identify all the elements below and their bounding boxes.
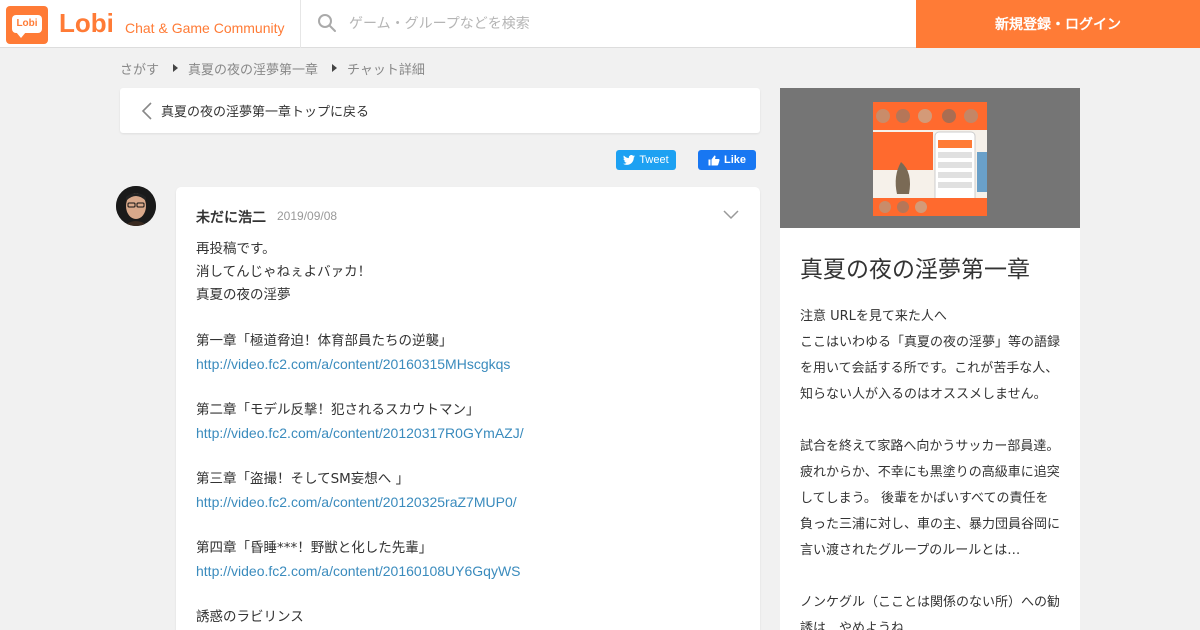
post-date: 2019/09/08 — [277, 209, 338, 223]
breadcrumb: さがす 真夏の夜の淫夢第一章 チャット詳細 — [120, 59, 425, 78]
post-line: 再投稿です。 — [196, 241, 276, 257]
desc-line: 試合を終えて家路へ向かうサッカー部員達。 — [800, 439, 1060, 454]
desc-line: ここはいわゆる「真夏の夜の淫夢」等の語録 — [800, 335, 1061, 350]
desc-line — [800, 564, 1065, 590]
post-line: 第三章「盗撮！そしてSM妄想へ 」 — [196, 471, 410, 487]
desc-line: 知らない人が入るのはオススメしません。 — [800, 387, 1047, 402]
logo-text: Lobi — [12, 15, 42, 33]
desc-line: 負った三浦に対し、車の主、暴力団員谷岡に — [800, 517, 1061, 532]
post-line: 誘惑のラビリンス — [196, 609, 304, 625]
group-thumbnail[interactable] — [873, 102, 987, 216]
post-link-chapter1[interactable]: http://video.fc2.com/a/content/20160315M… — [196, 356, 510, 372]
desc-line: を用いて会話する所です。これが苦手な人、 — [800, 361, 1059, 376]
top-header: Lobi Lobi Chat & Game Community 新規登録・ログイ… — [0, 0, 1200, 48]
desc-line — [800, 408, 1065, 434]
post-link-chapter4[interactable]: http://video.fc2.com/a/content/20160108U… — [196, 563, 521, 579]
back-link-label: 真夏の夜の淫夢第一章トップに戻る — [161, 105, 370, 120]
group-image-banner — [780, 88, 1080, 228]
group-info-card: 真夏の夜の淫夢第一章 注意 URLを見て来た人へ ここはいわゆる「真夏の夜の淫夢… — [780, 88, 1080, 630]
chevron-left-icon — [141, 102, 152, 120]
desc-line: 疲れからか、不幸にも黒塗りの高級車に追突 — [800, 465, 1060, 480]
post-line: 第一章「極道脅迫！体育部員たちの逆襲」 — [196, 333, 453, 349]
post-line — [196, 376, 736, 399]
post-line — [196, 307, 736, 330]
tweet-button[interactable]: Tweet — [616, 150, 676, 170]
search-icon[interactable] — [317, 13, 337, 33]
desc-line: 注意 URLを見て来た人へ — [800, 309, 947, 324]
post-line — [196, 445, 736, 468]
post-line — [196, 583, 736, 606]
post-line — [196, 514, 736, 537]
post-link-chapter2[interactable]: http://video.fc2.com/a/content/20120317R… — [196, 425, 524, 441]
back-to-group-link[interactable]: 真夏の夜の淫夢第一章トップに戻る — [120, 88, 760, 133]
chat-post-card: 未だに浩二 2019/09/08 再投稿です。 消してんじゃねぇよバァカ！ 真夏… — [176, 187, 760, 630]
post-author-name[interactable]: 未だに浩二 — [196, 207, 266, 227]
post-body: 再投稿です。 消してんじゃねぇよバァカ！ 真夏の夜の淫夢 第一章「極道脅迫！体育… — [196, 238, 736, 629]
search-input[interactable] — [349, 10, 889, 38]
breadcrumb-item-group[interactable]: 真夏の夜の淫夢第一章 — [188, 59, 318, 78]
thumbs-up-icon — [708, 155, 720, 165]
desc-line: してしまう。 後輩をかばいすべての責任を — [800, 491, 1049, 506]
post-line: 第四章「昏睡***！野獣と化した先輩」 — [196, 540, 433, 556]
avatar[interactable] — [116, 186, 156, 226]
breadcrumb-item-current: チャット詳細 — [347, 62, 425, 78]
breadcrumb-item-search[interactable]: さがす — [120, 59, 159, 78]
twitter-bird-icon — [623, 155, 636, 165]
chevron-down-icon[interactable] — [722, 207, 740, 221]
facebook-like-button[interactable]: Like — [698, 150, 756, 170]
desc-line: 言い渡されたグループのルールとは… — [800, 543, 1021, 558]
group-title: 真夏の夜の淫夢第一章 — [800, 257, 1030, 283]
post-link-chapter3[interactable]: http://video.fc2.com/a/content/20120325r… — [196, 494, 517, 510]
brand-subtitle: Chat & Game Community — [125, 20, 285, 36]
lobi-logo-icon[interactable]: Lobi — [6, 6, 48, 44]
tweet-label: Tweet — [639, 154, 669, 166]
signup-login-button[interactable]: 新規登録・ログイン — [916, 0, 1200, 48]
brand-name[interactable]: Lobi — [59, 8, 114, 39]
like-label: Like — [723, 154, 746, 166]
caret-right-icon — [173, 64, 179, 72]
post-line: 消してんじゃねぇよバァカ！ — [196, 264, 372, 280]
search-bar — [300, 0, 916, 48]
post-line: 第二章「モデル反撃！犯されるスカウトマン」 — [196, 402, 480, 418]
desc-line: 誘は…やめようね — [800, 621, 905, 630]
caret-right-icon — [332, 64, 338, 72]
desc-line: ノンケグル（こことは関係のない所）への勧 — [800, 595, 1061, 610]
group-description: 注意 URLを見て来た人へ ここはいわゆる「真夏の夜の淫夢」等の語録 を用いて会… — [800, 304, 1065, 630]
post-line: 真夏の夜の淫夢 — [196, 287, 291, 303]
